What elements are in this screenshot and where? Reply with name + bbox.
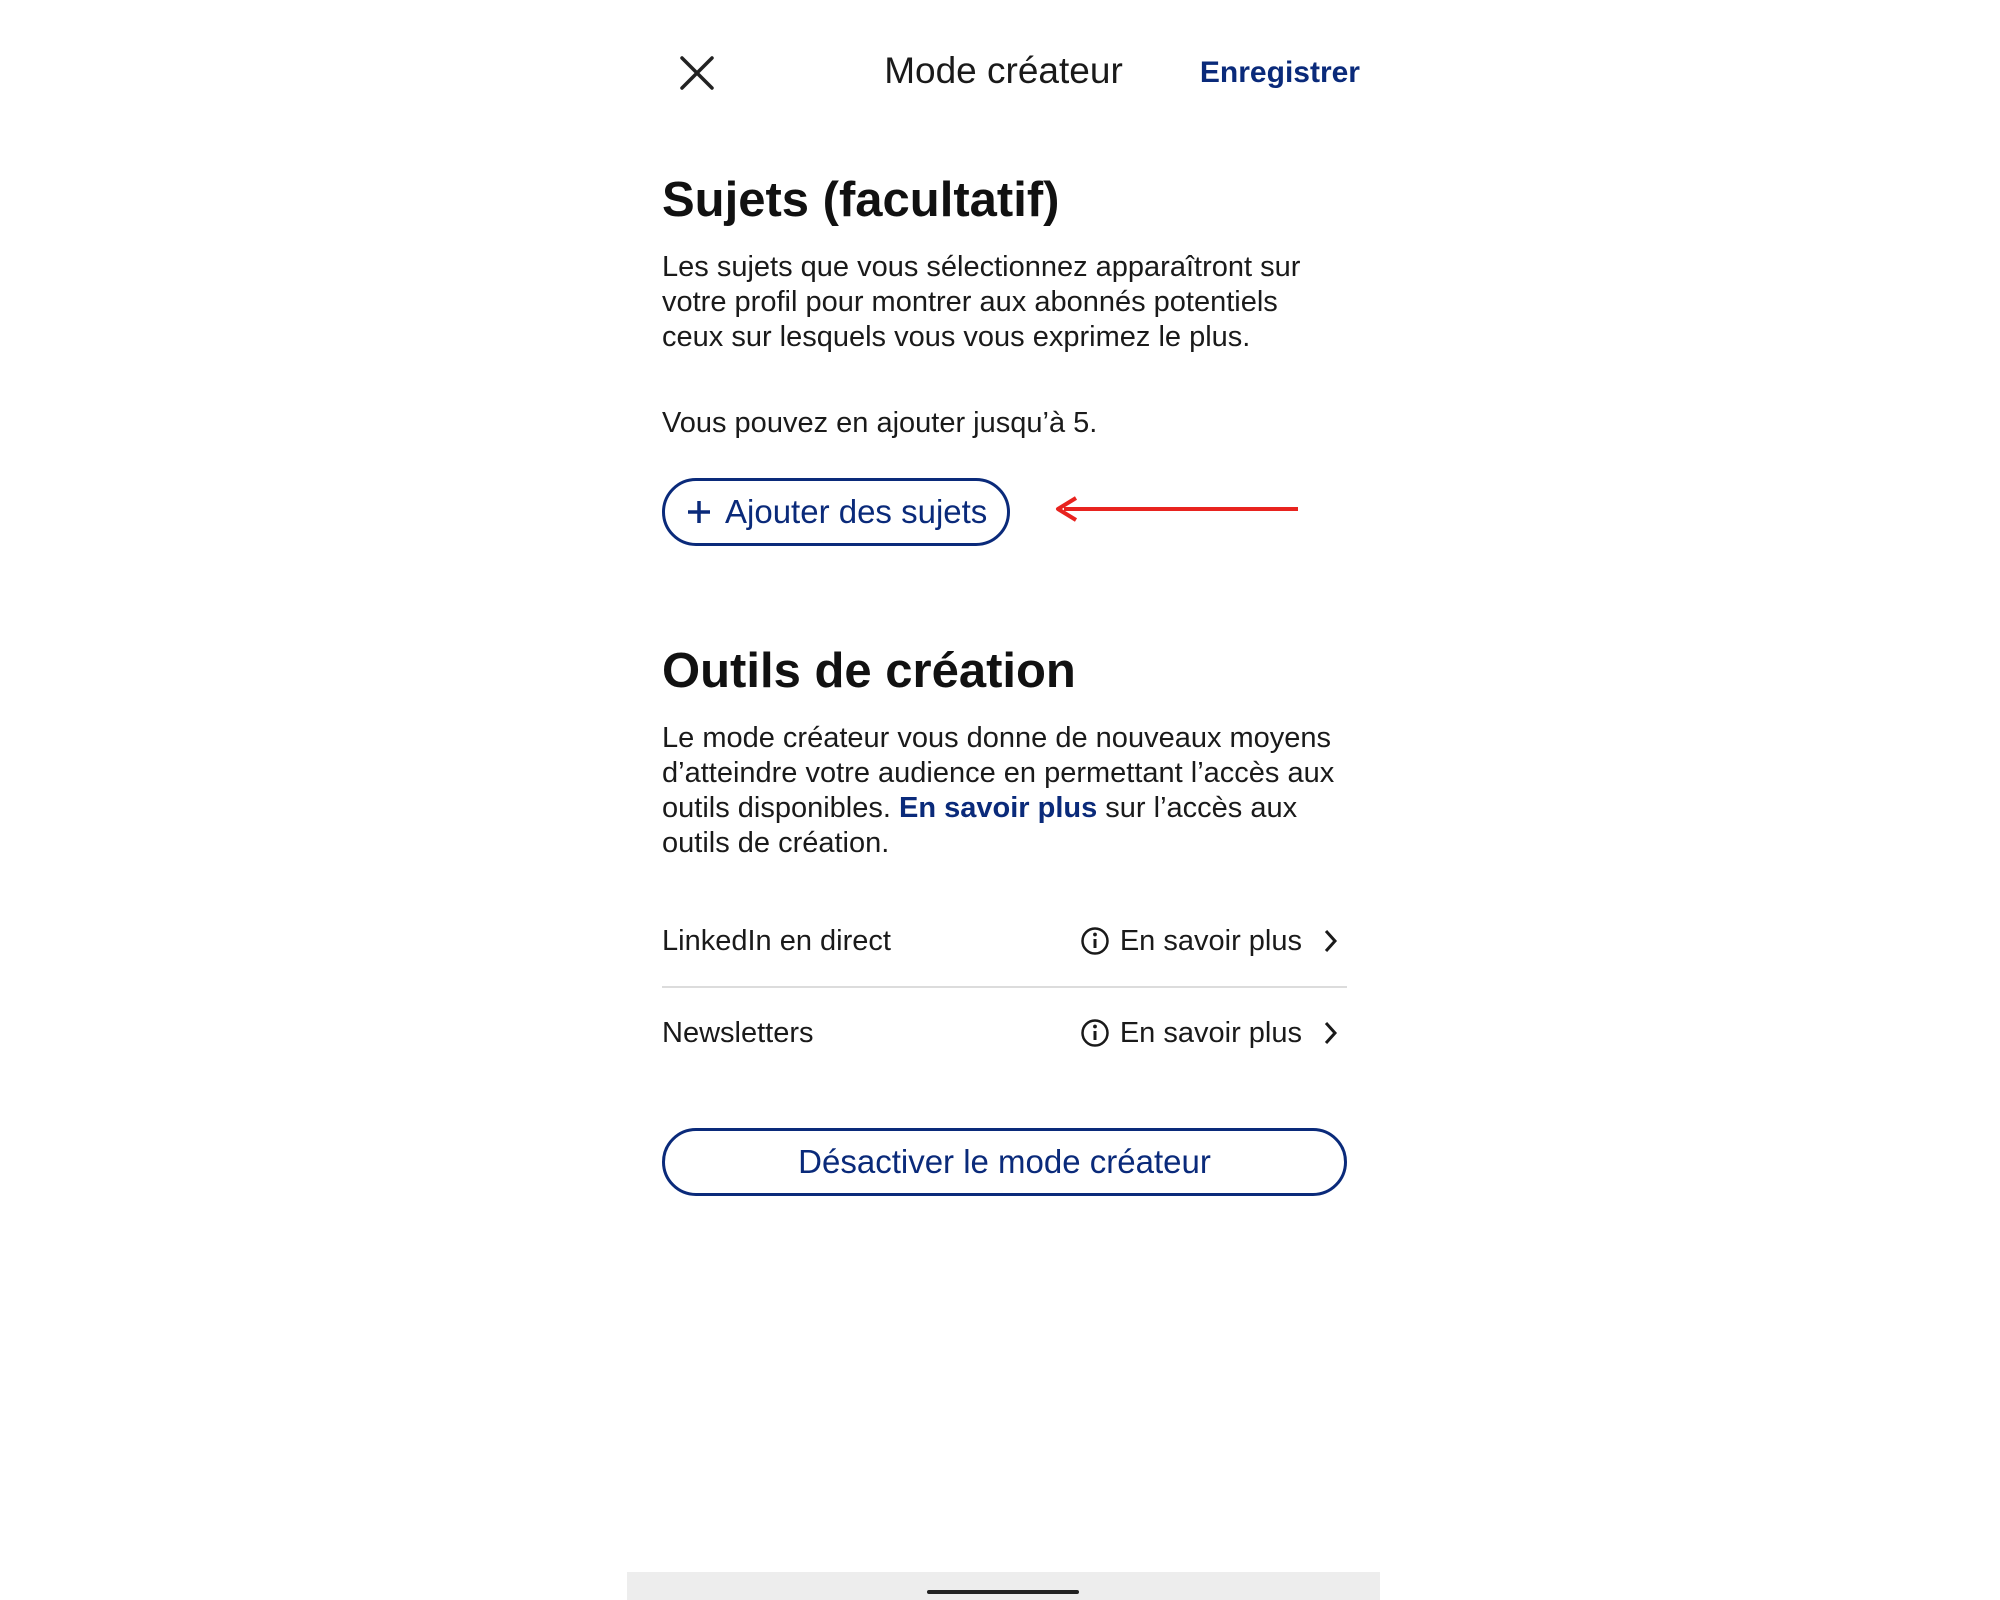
- main-content: Sujets (facultatif) Les sujets que vous …: [662, 170, 1347, 1196]
- topics-title: Sujets (facultatif): [662, 173, 1060, 227]
- top-bar: Mode créateur Enregistrer: [627, 0, 1380, 150]
- topics-description: Les sujets que vous sélectionnez apparaî…: [662, 251, 1301, 353]
- home-indicator[interactable]: [927, 1590, 1079, 1594]
- annotation-arrow-icon: [1056, 496, 1298, 522]
- chevron-right-icon: [1320, 926, 1342, 956]
- tool-learn-more[interactable]: En savoir plus: [1080, 925, 1347, 958]
- add-topics-button[interactable]: Ajouter des sujets: [662, 478, 1011, 546]
- app-screen: Mode créateur Enregistrer Sujets (facult…: [627, 0, 1380, 1600]
- tools-description: Le mode créateur vous donne de nouveaux …: [662, 721, 1347, 861]
- topics-limit-text: Vous pouvez en ajouter jusqu’à 5.: [662, 407, 1098, 439]
- plus-icon: [685, 498, 713, 526]
- chevron-right-icon: [1320, 1018, 1342, 1048]
- add-topics-row: Ajouter des sujets: [662, 478, 1347, 546]
- tools-list: LinkedIn en direct En savoir plus Newsle…: [662, 896, 1347, 1078]
- creation-tools-section: Outils de création Le mode créateur vous…: [662, 641, 1347, 1196]
- info-icon: [1080, 926, 1110, 956]
- learn-more-link[interactable]: En savoir plus: [899, 792, 1097, 824]
- save-button[interactable]: Enregistrer: [1200, 56, 1360, 90]
- bottom-navigation-bar: [627, 1572, 1380, 1600]
- tool-action-label: En savoir plus: [1119, 924, 1302, 957]
- tool-label: Newsletters: [662, 1016, 814, 1049]
- add-topics-label: Ajouter des sujets: [725, 493, 988, 530]
- tools-title: Outils de création: [662, 644, 1076, 698]
- tool-row-newsletters[interactable]: Newsletters En savoir plus: [662, 988, 1347, 1078]
- tool-action-label: En savoir plus: [1119, 1016, 1302, 1049]
- tool-learn-more[interactable]: En savoir plus: [1080, 1017, 1347, 1050]
- deactivate-creator-mode-button[interactable]: Désactiver le mode créateur: [662, 1128, 1347, 1196]
- tool-label: LinkedIn en direct: [662, 924, 891, 957]
- tool-row-linkedin-live[interactable]: LinkedIn en direct En savoir plus: [662, 896, 1347, 986]
- info-icon: [1080, 1018, 1110, 1048]
